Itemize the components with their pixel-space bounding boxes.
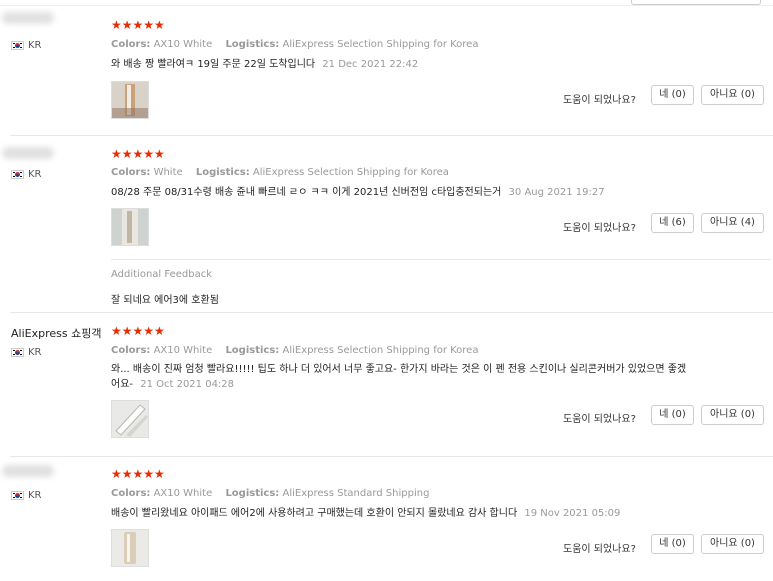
review-text: 배송이 빨리왔네요 아이패드 에어2에 사용하려고 구매했는데 호환이 안되지 … [111, 508, 518, 519]
review-content: 와... 배송이 진짜 엄청 빨라요!!!!! 팁도 하나 더 있어서 너무 좋… [111, 362, 691, 392]
star-rating: ★★★★★ [111, 18, 165, 32]
country-code: KR [28, 347, 42, 358]
colors-label: Colors: [111, 488, 151, 499]
colors-value: AX10 White [153, 345, 213, 356]
logistics-value: AliExpress Standard Shipping [282, 488, 430, 499]
product-photo-icon [112, 82, 148, 118]
helpful-question: 도움이 되었나요? [563, 223, 636, 234]
logistics-value: AliExpress Selection Shipping for Korea [252, 167, 449, 178]
avatar-name-blurred [2, 147, 54, 159]
review-content: 08/28 주문 08/31수령 배송 쥰내 빠르네 ㄹㅇ ㅋㅋ 이게 2021… [111, 185, 605, 200]
additional-feedback-text: 잘 되네요 에어3에 호환됨 [111, 295, 219, 306]
review-item: KR ★★★★★ Colors: AX10 White Logistics: A… [0, 457, 773, 581]
colors-label: Colors: [111, 345, 151, 356]
korea-flag-icon [11, 170, 24, 179]
review-date: 19 Nov 2021 05:09 [524, 508, 621, 519]
korea-flag-icon [11, 348, 24, 357]
product-photo-icon [112, 209, 148, 245]
review-date: 21 Oct 2021 04:28 [140, 379, 235, 390]
helpful-no-button[interactable]: 아니요 (0) [701, 405, 764, 425]
helpful-no-button[interactable]: 아니요 (0) [701, 85, 764, 105]
korea-flag-icon [11, 491, 24, 500]
logistics-label: Logistics: [225, 39, 280, 50]
reviewer-name: AliExpress 쇼핑객 [11, 327, 102, 340]
review-item: KR ★★★★★ Colors: White Logistics: AliExp… [0, 136, 773, 312]
helpful-question: 도움이 되었나요? [563, 414, 636, 425]
review-photo-thumbnail[interactable] [111, 208, 149, 246]
helpful-question: 도움이 되었나요? [563, 544, 636, 555]
logistics-value: AliExpress Selection Shipping for Korea [282, 39, 479, 50]
country-label: KR [11, 40, 42, 51]
helpful-yes-button[interactable]: 네 (0) [651, 85, 694, 105]
star-rating: ★★★★★ [111, 467, 165, 481]
helpful-no-button[interactable]: 아니요 (0) [701, 534, 764, 554]
helpful-yes-button[interactable]: 네 (0) [651, 405, 694, 425]
review-attributes: Colors: White Logistics: AliExpress Sele… [111, 167, 449, 178]
review-text: 08/28 주문 08/31수령 배송 쥰내 빠르네 ㄹㅇ ㅋㅋ 이게 2021… [111, 187, 502, 198]
helpful-yes-button[interactable]: 네 (6) [651, 213, 694, 233]
product-photo-icon [112, 530, 148, 566]
country-code: KR [28, 490, 42, 501]
country-code: KR [28, 169, 42, 180]
colors-label: Colors: [111, 39, 151, 50]
logistics-label: Logistics: [195, 167, 250, 178]
review-item: AliExpress 쇼핑객 KR ★★★★★ Colors: AX10 Whi… [0, 313, 773, 456]
review-date: 21 Dec 2021 22:42 [322, 59, 419, 70]
star-rating: ★★★★★ [111, 147, 165, 161]
feedback-divider [111, 259, 771, 260]
korea-flag-icon [11, 41, 24, 50]
review-photo-thumbnail[interactable] [111, 529, 149, 567]
review-photo-thumbnail[interactable] [111, 400, 149, 438]
helpful-yes-button[interactable]: 네 (0) [651, 534, 694, 554]
country-label: KR [11, 490, 42, 501]
country-label: KR [11, 347, 42, 358]
avatar-name-blurred [2, 465, 54, 477]
avatar-name-blurred [2, 12, 54, 24]
product-photo-icon [112, 401, 148, 437]
review-attributes: Colors: AX10 White Logistics: AliExpress… [111, 39, 478, 50]
colors-value: AX10 White [153, 488, 213, 499]
helpful-question: 도움이 되었나요? [563, 95, 636, 106]
country-label: KR [11, 169, 42, 180]
country-code: KR [28, 40, 42, 51]
additional-feedback-title: Additional Feedback [111, 269, 213, 280]
review-attributes: Colors: AX10 White Logistics: AliExpress… [111, 345, 478, 356]
review-attributes: Colors: AX10 White Logistics: AliExpress… [111, 488, 429, 499]
helpful-no-button[interactable]: 아니요 (4) [701, 213, 764, 233]
logistics-label: Logistics: [225, 345, 280, 356]
colors-value: AX10 White [153, 39, 213, 50]
review-content: 배송이 빨리왔네요 아이패드 에어2에 사용하려고 구매했는데 호환이 안되지 … [111, 506, 620, 521]
review-item: KR ★★★★★ Colors: AX10 White Logistics: A… [0, 0, 773, 135]
logistics-label: Logistics: [225, 488, 280, 499]
logistics-value: AliExpress Selection Shipping for Korea [282, 345, 479, 356]
star-rating: ★★★★★ [111, 324, 165, 338]
colors-value: White [153, 167, 183, 178]
colors-label: Colors: [111, 167, 151, 178]
review-text: 와 배송 짱 빨라여ㅋ 19일 주문 22일 도착입니다 [111, 59, 316, 70]
review-date: 30 Aug 2021 19:27 [508, 187, 605, 198]
review-photo-thumbnail[interactable] [111, 81, 149, 119]
review-content: 와 배송 짱 빨라여ㅋ 19일 주문 22일 도착입니다 21 Dec 2021… [111, 57, 418, 72]
